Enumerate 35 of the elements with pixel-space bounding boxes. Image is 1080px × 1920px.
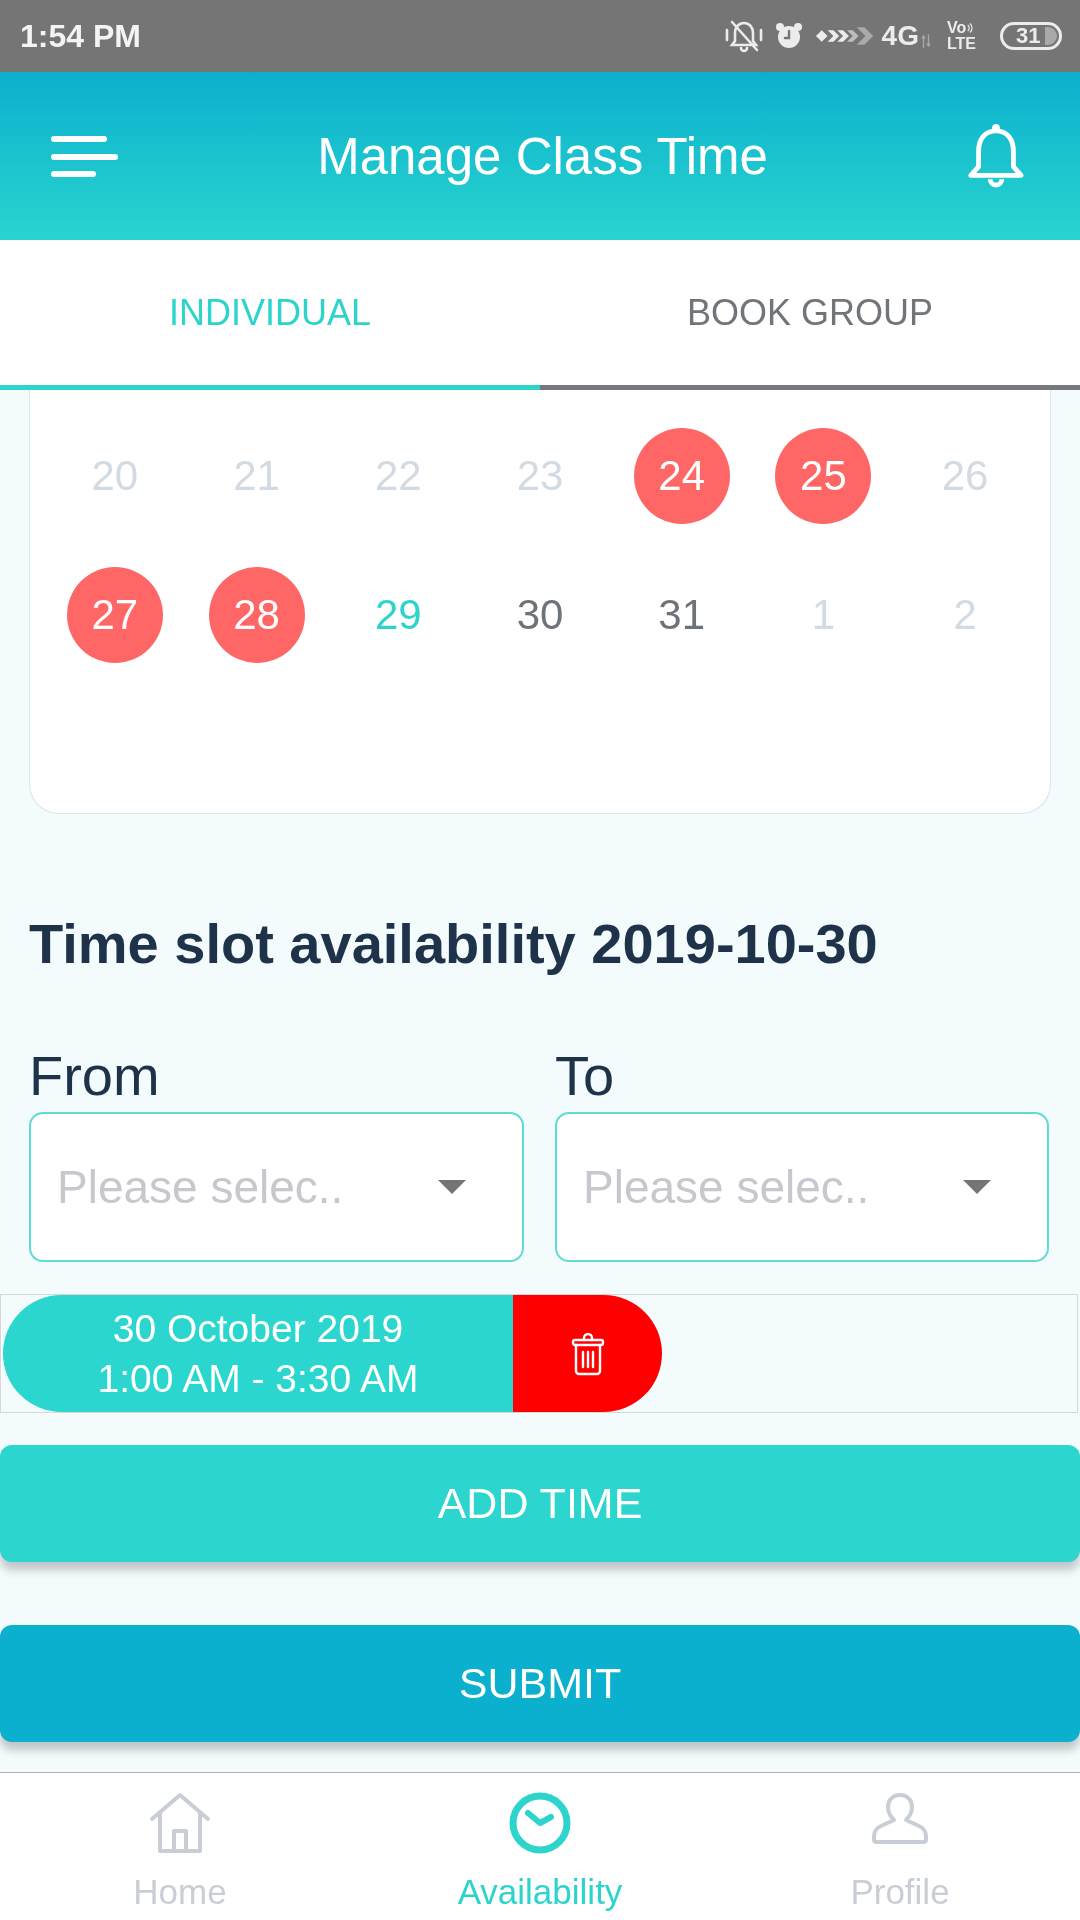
action-button[interactable]: SUBMIT [0, 1625, 1080, 1742]
status-time: 1:54 PM [20, 17, 141, 55]
delete-button[interactable] [513, 1295, 662, 1412]
lte-label: LTE [946, 36, 976, 52]
time-dropdown[interactable]: Please selec.. [29, 1112, 524, 1262]
calendar-day[interactable]: 30 [516, 589, 564, 640]
network-type: 4G [881, 20, 919, 52]
volte-label: Vo [946, 20, 967, 36]
data-arrows-icon [920, 33, 931, 49]
slot-date: 30 October 2019 [112, 1305, 404, 1352]
notification-bell-icon[interactable] [967, 122, 1025, 190]
section-heading: Time slot availability 2019-10-30 [29, 911, 878, 977]
calendar-day[interactable]: 31 [658, 589, 706, 640]
clock-icon [508, 1791, 572, 1855]
nav-label: Availability [457, 1872, 623, 1912]
menu-icon[interactable] [50, 134, 118, 178]
time-dropdown[interactable]: Please selec.. [555, 1112, 1049, 1262]
dropdown-caret-icon[interactable] [438, 1180, 466, 1194]
action-button[interactable]: ADD TIME [0, 1445, 1080, 1562]
trash-icon [570, 1330, 605, 1377]
calendar-day[interactable]: 25 [775, 427, 872, 524]
home-icon [148, 1791, 212, 1855]
calendar-day[interactable]: 24 [633, 427, 730, 524]
dropdown-caret-icon[interactable] [963, 1180, 991, 1194]
field-label: To [555, 1045, 615, 1107]
call-waves-icon [967, 22, 974, 34]
field-label: From [29, 1045, 160, 1107]
slot-time: 1:00 AM - 3:30 AM [97, 1355, 419, 1402]
calendar-day[interactable]: 29 [374, 589, 422, 640]
alarm-clock-icon [773, 21, 804, 51]
calendar-day[interactable]: 28 [208, 566, 305, 663]
battery-indicator: 31 [1000, 22, 1062, 50]
calendar-day[interactable]: 27 [66, 566, 163, 663]
screen-title: Manage Class Time [317, 126, 768, 186]
muted-bell-icon [723, 18, 764, 54]
